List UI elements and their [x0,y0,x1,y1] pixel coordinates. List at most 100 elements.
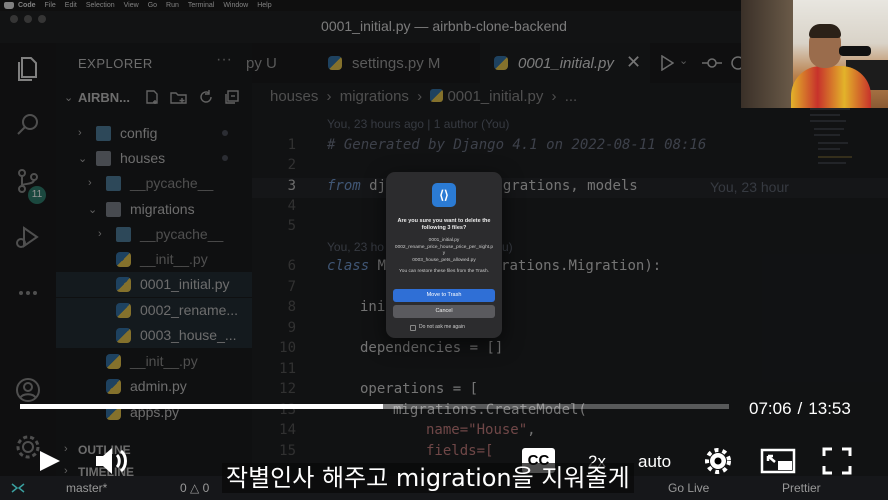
more-actions-icon[interactable]: ··· [216,51,232,69]
git-commit-icon[interactable] [702,55,722,71]
menu-help[interactable]: Help [257,2,271,9]
volume-icon[interactable] [94,446,130,476]
apple-icon[interactable] [4,2,14,9]
blame-lens[interactable]: You, 23 hours ago | 1 author (You) [252,117,888,137]
tree-label: __init__.py [140,251,208,267]
line-number: 9 [287,320,296,336]
menu-edit[interactable]: Edit [65,2,77,9]
breadcrumb-item[interactable]: ... [565,88,578,105]
tree-label: __pycache__ [130,175,214,191]
line-number: 12 [279,381,296,397]
breadcrumb: houses › migrations › 0001_initial.py › … [270,88,578,105]
chevron-down-icon: ⌄ [78,153,88,165]
tree-file-houses-init[interactable]: __init__.py [56,349,252,374]
folder-icon [116,227,131,242]
code-line-12: 12 operations = [ [252,381,888,401]
line-number: 4 [287,198,296,214]
menu-app[interactable]: Code [18,2,36,9]
run-debug-icon[interactable] [14,223,42,251]
line-number: 14 [279,422,296,438]
tab-py-untracked[interactable]: py U [246,43,302,83]
search-icon[interactable] [14,111,42,139]
breadcrumb-item[interactable]: 0001_initial.py [447,88,543,105]
fullscreen-icon[interactable] [822,447,852,475]
tree-folder-pycache[interactable]: › __pycache__ [56,171,252,196]
menu-window[interactable]: Window [223,2,248,9]
tree-label: config [120,125,158,141]
code-keyword: from [327,178,361,194]
project-root[interactable]: ⌄ AIRBN... [56,85,252,110]
folder-open-icon [106,202,121,217]
chevron-right-icon: › [98,228,102,240]
do-not-ask-label: Do not ask me again [419,324,465,330]
menu-go[interactable]: Go [148,2,157,9]
tree-folder-config[interactable]: › config [56,121,252,146]
run-file-icon[interactable] [660,55,674,71]
collapse-all-icon[interactable] [224,89,240,105]
settings-gear-icon[interactable] [705,448,731,474]
dialog-file: 0002_rename_price_house_price_per_night.… [394,244,494,257]
chevron-down-icon[interactable]: ⌄ [679,54,688,67]
tree-file-0001[interactable]: 0001_initial.py [56,272,252,297]
cancel-button[interactable]: Cancel [393,305,495,318]
blame-text: u) [502,240,513,254]
time-separator: / [797,399,803,418]
menu-file[interactable]: File [45,2,56,9]
tree-label: 0001_initial.py [140,276,230,292]
dialog-message: You can restore these files from the Tra… [399,269,489,274]
dialog-file-list: 0001_initial.py 0002_rename_price_house_… [394,238,494,264]
extensions-more-icon[interactable] [14,279,42,307]
tree-folder-migrations[interactable]: ⌄ migrations [56,197,252,222]
video-progress-bar[interactable] [20,404,729,409]
tree-file-0003[interactable]: 0003_house_... [56,323,252,348]
code-text: dependencies = [] [360,340,504,356]
move-to-trash-button[interactable]: Move to Trash [393,289,495,302]
minimap[interactable] [810,108,862,178]
chevron-right-icon: › [78,127,82,139]
tree-label: 0002_rename... [140,302,239,318]
tab-0001-initial[interactable]: 0001_initial.py ✕ [480,43,650,83]
menu-view[interactable]: View [124,2,139,9]
tree-folder-migrations-pycache[interactable]: › __pycache__ [56,222,252,247]
breadcrumb-item[interactable]: houses [270,88,318,105]
breadcrumb-item[interactable]: migrations [340,88,409,105]
blame-lens[interactable]: You, 23 ho u) [252,240,888,260]
account-icon[interactable] [14,376,42,404]
tree-file-init[interactable]: __init__.py [56,247,252,272]
explorer-icon[interactable] [14,55,42,83]
miniplayer-icon[interactable] [760,448,796,474]
play-icon[interactable] [38,450,62,472]
refresh-icon[interactable] [198,89,214,105]
python-file-icon [494,56,508,70]
explorer-sidebar: EXPLORER ··· ⌄ AIRBN... › config ⌄ house… [56,43,252,500]
problems-count[interactable]: 0 △ 0 [180,481,209,495]
delete-confirm-dialog: ⟨⟩ Are you sure you want to delete the f… [386,172,502,338]
blame-text: You, 23 hours ago | 1 author (You) [327,117,510,131]
webcam-background-shelf [741,0,793,108]
tab-settings[interactable]: settings.py M [316,43,466,83]
tree-label: admin.py [130,378,187,394]
quality-button[interactable]: auto [638,452,671,472]
close-tab-icon[interactable]: ✕ [626,52,641,73]
new-file-icon[interactable] [144,89,160,105]
folder-open-icon [96,151,111,166]
prettier-status[interactable]: Prettier [782,481,821,495]
menu-run[interactable]: Run [166,2,179,9]
do-not-ask-checkbox[interactable] [410,325,416,331]
remote-icon[interactable] [10,482,26,494]
go-live-button[interactable]: Go Live [668,481,709,495]
menu-terminal[interactable]: Terminal [188,2,214,9]
tree-file-admin[interactable]: admin.py [56,374,252,399]
tree-file-0002[interactable]: 0002_rename... [56,298,252,323]
branch-label[interactable]: master* [66,481,107,495]
code-text: rations.Migration): [501,258,662,274]
code-text: operations = [ [360,381,479,397]
code-line-3: 3 from dj migrations, models You, 23 hour [252,178,888,198]
line-number: 1 [287,137,296,153]
code-text: , [527,422,536,438]
code-text: M [377,258,387,274]
tree-folder-houses[interactable]: ⌄ houses [56,146,252,171]
python-file-icon [430,89,444,102]
menu-selection[interactable]: Selection [86,2,115,9]
new-folder-icon[interactable] [170,89,188,105]
